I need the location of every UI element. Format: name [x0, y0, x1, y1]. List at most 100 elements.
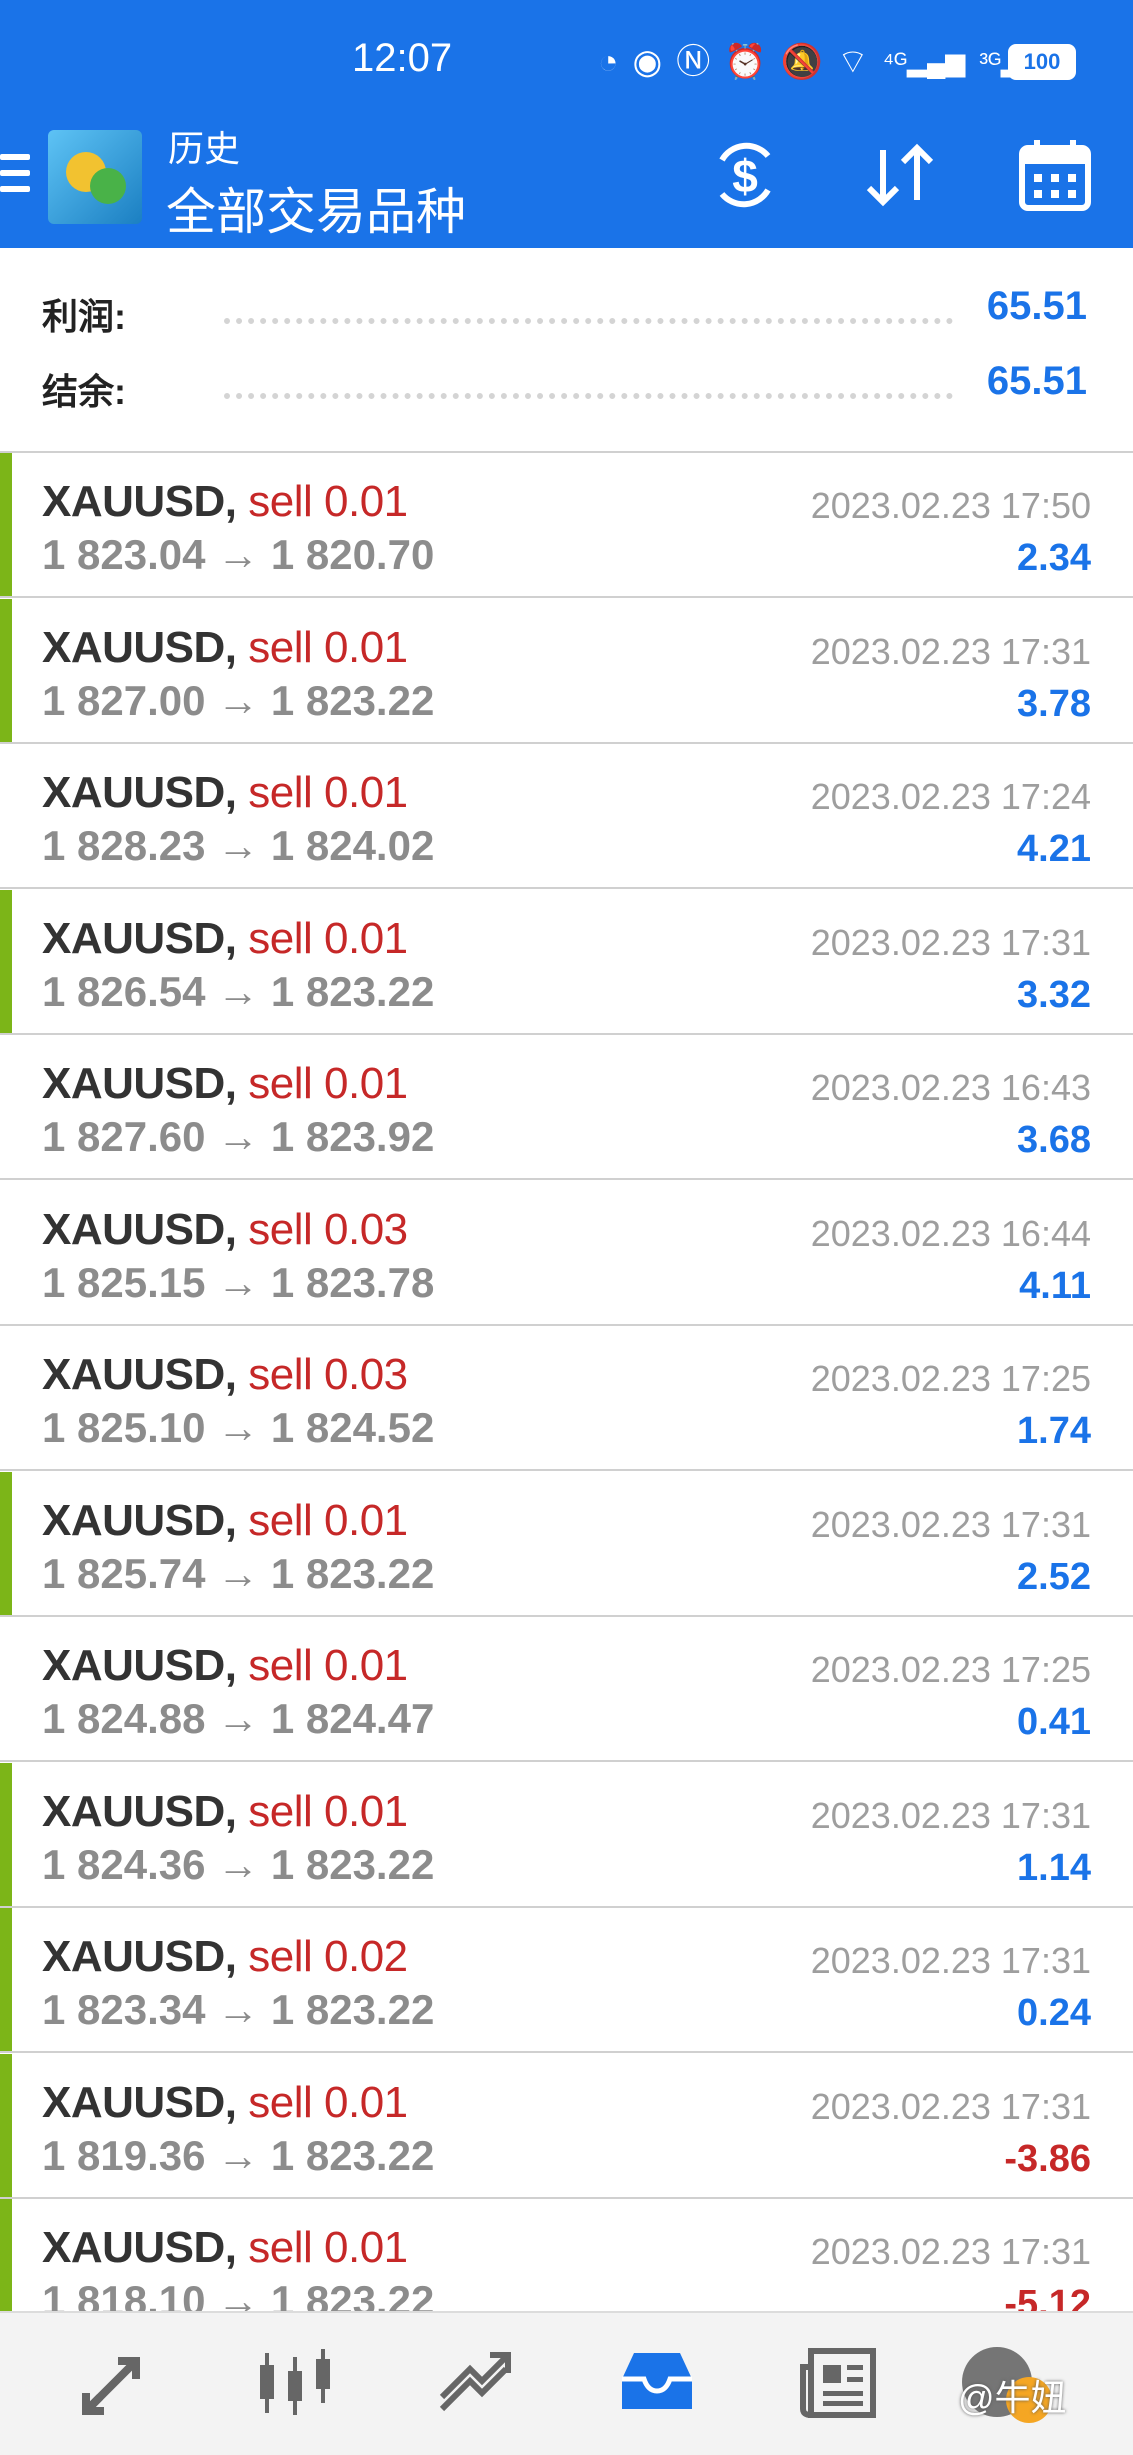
- nav-quotes[interactable]: [70, 2337, 160, 2427]
- dollar-cycle-icon: $: [719, 142, 771, 208]
- deal-side-volume: sell 0.01: [248, 913, 408, 963]
- deal-accent-bar: [0, 1908, 12, 2051]
- dotted-divider: [224, 393, 953, 399]
- deal-profit: -5.12: [1004, 2283, 1091, 2313]
- deal-profit: 0.41: [1017, 1701, 1091, 1743]
- balance-label: 结余:: [42, 371, 126, 412]
- page-title: 历史: [168, 128, 241, 169]
- nav-chart[interactable]: [250, 2337, 340, 2427]
- deal-profit: 1.14: [1017, 1846, 1091, 1889]
- deal-time: 2023.02.23 17:24: [810, 776, 1091, 817]
- deal-symbol-text: XAUUSD,: [42, 1204, 237, 1254]
- deal-prices: 1 819.36 → 1 823.22: [42, 2131, 435, 2179]
- speed-icon: ◔: [598, 43, 619, 81]
- deal-symbol-text: XAUUSD,: [42, 1495, 237, 1545]
- deal-prices: 1 823.34 → 1 823.22: [42, 1986, 435, 2033]
- deal-profit: 4.21: [1017, 828, 1091, 870]
- deal-accent-bar: [0, 2199, 12, 2313]
- calendar-button[interactable]: [1010, 130, 1100, 220]
- summary-panel: 利润: 65.51 结余: 65.51: [0, 248, 1133, 451]
- status-time: 12:07: [352, 36, 453, 80]
- watermark-text: @牛妞: [958, 2377, 1067, 2418]
- deal-time: 2023.02.23 17:25: [810, 1358, 1091, 1399]
- deal-row[interactable]: XAUUSD, sell 0.01 1 826.54 → 1 823.22 2023…: [0, 889, 1133, 1035]
- symbol-filter[interactable]: 全部交易品种: [166, 172, 466, 244]
- deal-symbol: XAUUSD, sell 0.01: [42, 1641, 408, 1691]
- deal-profit: 3.78: [1017, 682, 1091, 725]
- deal-profit: 1.74: [1017, 1410, 1091, 1452]
- deal-symbol-text: XAUUSD,: [42, 768, 237, 817]
- deal-time: 2023.02.23 16:44: [810, 1212, 1091, 1254]
- deal-row[interactable]: XAUUSD, sell 0.03 1 825.10 → 1 824.52 2023…: [0, 1326, 1133, 1471]
- battery-icon: 100: [1008, 44, 1076, 80]
- currency-toggle-button[interactable]: $: [700, 130, 790, 220]
- deal-time: 2023.02.23 16:43: [810, 1067, 1091, 1108]
- deal-prices: 1 824.36 → 1 823.22: [42, 1840, 435, 1888]
- deal-profit: 2.52: [1017, 1555, 1091, 1598]
- menu-button[interactable]: [0, 154, 30, 202]
- deal-time: 2023.02.23 17:31: [810, 1503, 1091, 1545]
- nav-history[interactable]: [612, 2337, 702, 2427]
- deal-accent-bar: [0, 1762, 12, 1906]
- deal-row[interactable]: XAUUSD, sell 0.01 1 823.04 → 1 820.70 2023…: [0, 453, 1133, 598]
- deal-time: 2023.02.23 17:25: [810, 1649, 1091, 1690]
- deal-row[interactable]: XAUUSD, sell 0.03 1 825.15 → 1 823.78 2023…: [0, 1181, 1133, 1326]
- profit-row: 利润: 65.51: [0, 284, 1133, 348]
- deal-symbol-text: XAUUSD,: [42, 1786, 237, 1836]
- deal-profit: 3.32: [1017, 973, 1091, 1016]
- wifi-icon: ⌔: [836, 43, 869, 81]
- balance-value: 65.51: [986, 359, 1087, 403]
- deal-symbol: XAUUSD, sell 0.01: [42, 768, 408, 818]
- deal-row[interactable]: XAUUSD, sell 0.02 1 823.34 → 1 823.22 2023…: [0, 1908, 1133, 2053]
- deal-side-volume: sell 0.03: [248, 1204, 408, 1254]
- calendar-icon: [1019, 140, 1091, 211]
- deal-profit: 2.34: [1017, 537, 1091, 579]
- nfc-icon: Ⓝ: [676, 43, 711, 81]
- chart-icon: [260, 2349, 330, 2415]
- deal-prices: 1 827.60 → 1 823.92: [42, 1113, 435, 1160]
- deal-side-volume: sell 0.01: [248, 622, 408, 672]
- deal-symbol: XAUUSD, sell 0.03: [42, 1350, 408, 1400]
- deals-list[interactable]: XAUUSD, sell 0.01 1 823.04 → 1 820.70 2023…: [0, 451, 1133, 2313]
- deal-time: 2023.02.23 17:50: [810, 485, 1091, 526]
- deal-row[interactable]: XAUUSD, sell 0.01 1 824.88 → 1 824.47 2023…: [0, 1617, 1133, 1762]
- deal-row[interactable]: XAUUSD, sell 0.01 1 824.36 → 1 823.22 2023…: [0, 1762, 1133, 1908]
- deal-symbol-text: XAUUSD,: [42, 1932, 237, 1981]
- trade-icon: [439, 2352, 511, 2412]
- deal-time: 2023.02.23 17:31: [810, 1940, 1091, 1981]
- deal-prices: 1 827.00 → 1 823.22: [42, 676, 435, 724]
- deal-symbol-text: XAUUSD,: [42, 913, 237, 963]
- deal-row[interactable]: XAUUSD, sell 0.01 1 819.36 → 1 823.22 2023…: [0, 2053, 1133, 2199]
- deal-prices: 1 826.54 → 1 823.22: [42, 967, 435, 1015]
- nav-trade[interactable]: [430, 2337, 520, 2427]
- deal-accent-bar: [0, 453, 12, 596]
- sort-button[interactable]: [855, 130, 945, 220]
- deal-prices: 1 824.88 → 1 824.47: [42, 1695, 435, 1742]
- eye-icon: ◉: [632, 43, 663, 81]
- deal-symbol: XAUUSD, sell 0.01: [42, 914, 408, 964]
- deal-symbol-text: XAUUSD,: [42, 622, 237, 672]
- deal-side-volume: sell 0.02: [248, 1932, 408, 1981]
- news-icon: [800, 2348, 876, 2418]
- signal-4g-icon: ⁴ᴳ▂▄▆: [882, 47, 966, 77]
- app-logo: [48, 130, 142, 224]
- nav-news[interactable]: [795, 2337, 885, 2427]
- deal-time: 2023.02.23 17:31: [810, 1794, 1091, 1836]
- deal-symbol: XAUUSD, sell 0.01: [42, 623, 408, 673]
- deal-row[interactable]: XAUUSD, sell 0.01 1 825.74 → 1 823.22 2023…: [0, 1471, 1133, 1617]
- deal-profit: 0.24: [1017, 1992, 1091, 2034]
- deal-side-volume: sell 0.01: [248, 2223, 408, 2272]
- deal-row[interactable]: XAUUSD, sell 0.01 1 828.23 → 1 824.02 2023…: [0, 744, 1133, 889]
- deal-side-volume: sell 0.03: [248, 1350, 408, 1399]
- deal-row[interactable]: XAUUSD, sell 0.01 1 827.60 → 1 823.92 2023…: [0, 1035, 1133, 1180]
- deal-prices: 1 823.04 → 1 820.70: [42, 531, 435, 578]
- deal-symbol: XAUUSD, sell 0.01: [42, 1059, 408, 1109]
- deal-symbol-text: XAUUSD,: [42, 2077, 237, 2127]
- deal-row[interactable]: XAUUSD, sell 0.01 1 827.00 → 1 823.22 2023…: [0, 598, 1133, 744]
- deal-row[interactable]: XAUUSD, sell 0.01 1 818.10 → 1 823.22 2023…: [0, 2199, 1133, 2313]
- deal-symbol: XAUUSD, sell 0.01: [42, 1496, 408, 1546]
- deal-symbol: XAUUSD, sell 0.01: [42, 2078, 408, 2128]
- deal-profit: 4.11: [1019, 1264, 1091, 1307]
- sort-arrows-icon: [866, 143, 934, 207]
- deal-prices: 1 818.10 → 1 823.22: [42, 2277, 435, 2313]
